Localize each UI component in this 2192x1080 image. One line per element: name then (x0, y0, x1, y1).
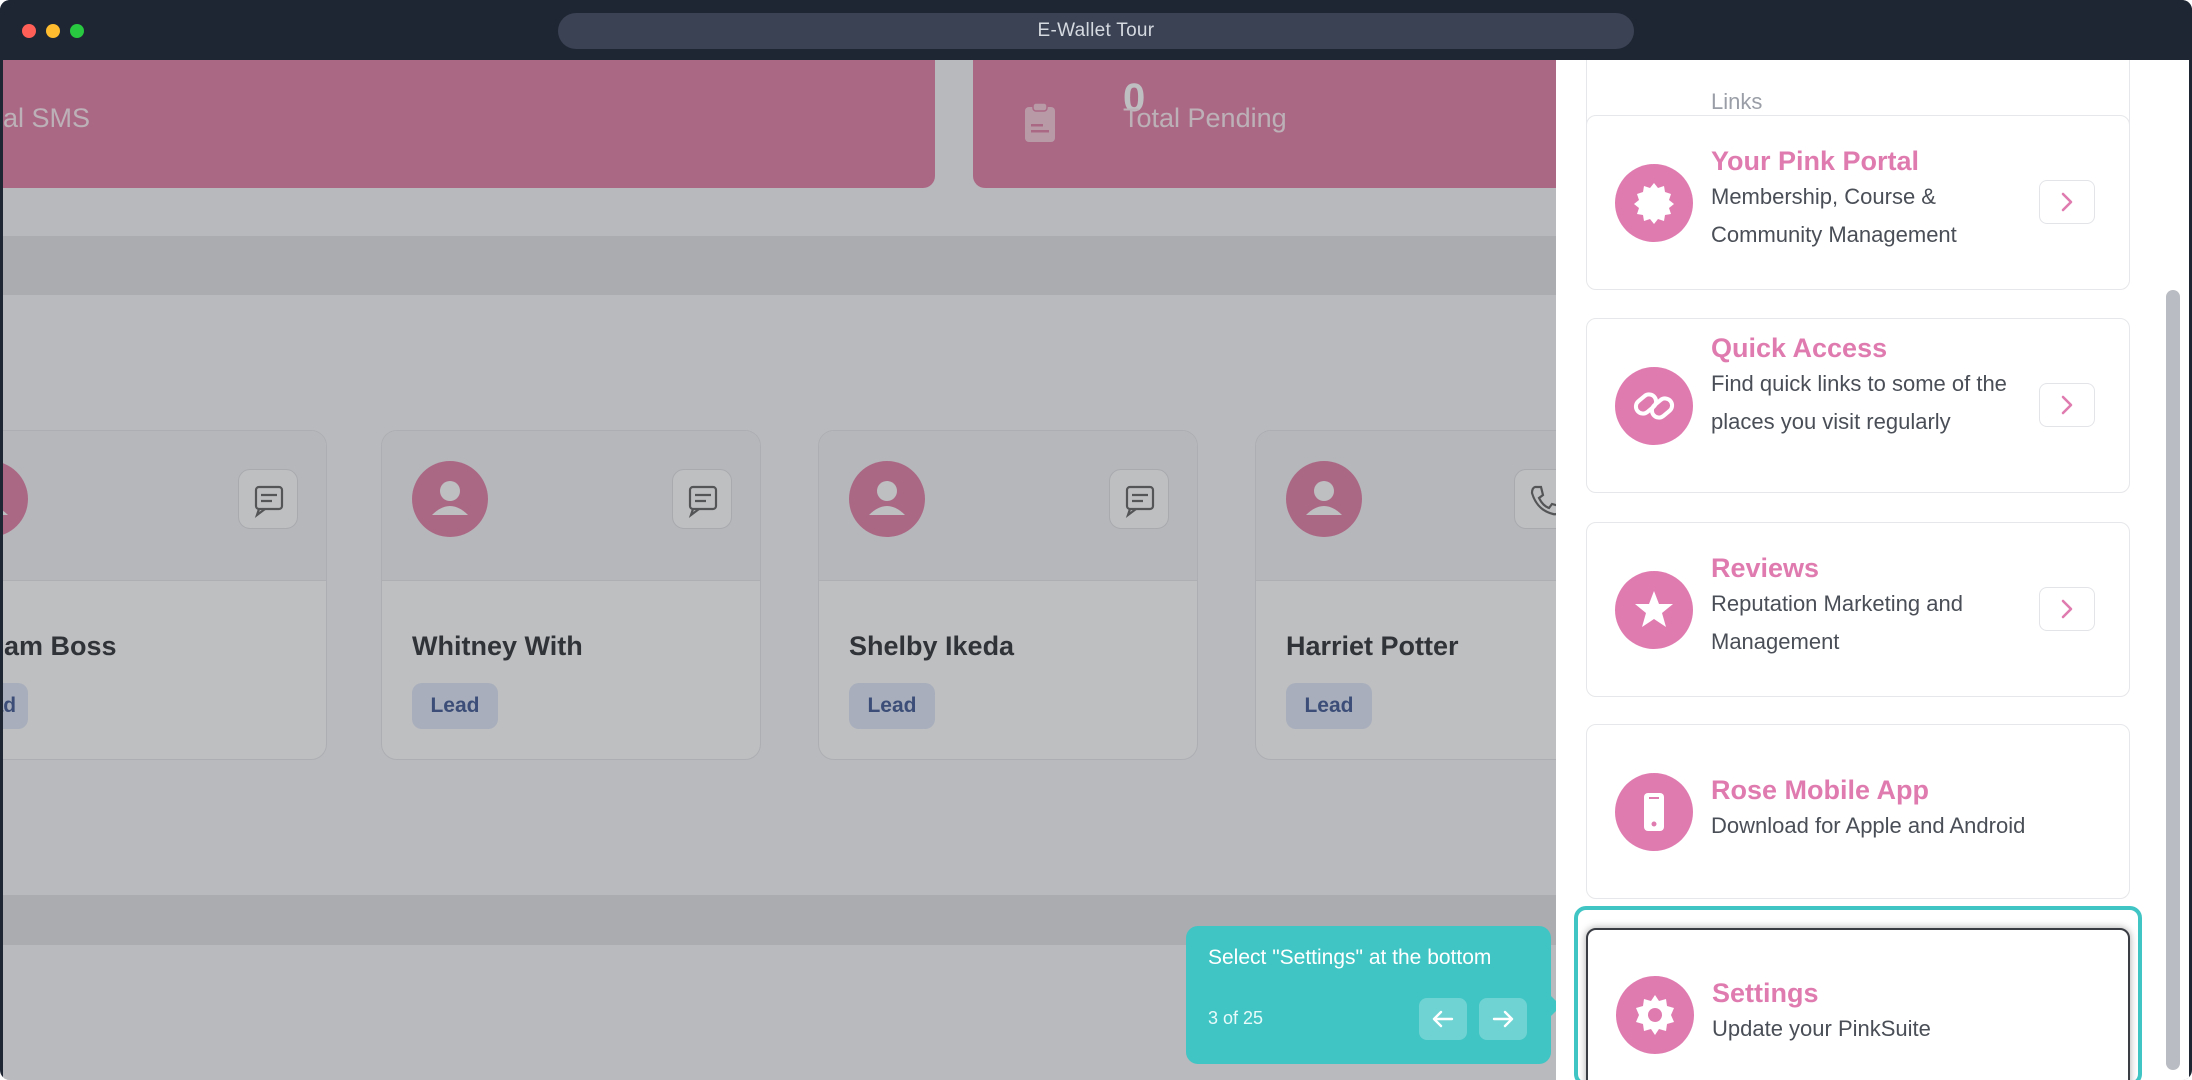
drawer-scrollbar[interactable] (2166, 290, 2180, 1070)
gear-icon (1616, 976, 1694, 1054)
menu-desc: Download for Apple and Android (1711, 813, 2026, 838)
arrow-right-icon (1492, 1010, 1514, 1028)
tour-next-button[interactable] (1479, 998, 1527, 1040)
window-title: E-Wallet Tour (558, 13, 1634, 49)
browser-window: E-Wallet Tour al SMS 0 Total Pending am … (0, 0, 2192, 1080)
menu-desc: Reputation Marketing and Management (1711, 591, 1963, 654)
tour-step-counter: 3 of 25 (1208, 1008, 1264, 1028)
menu-title: Rose Mobile App (1711, 775, 1930, 805)
chevron-right-icon (2061, 599, 2073, 619)
chevron-right-icon (2061, 395, 2073, 415)
title-bar: E-Wallet Tour (0, 0, 2192, 60)
star-icon (1615, 571, 1693, 649)
menu-title: Your Pink Portal (1711, 146, 1920, 176)
chevron-right-button[interactable] (2039, 180, 2095, 224)
menu-title: Reviews (1711, 553, 1820, 583)
chevron-right-button[interactable] (2039, 383, 2095, 427)
menu-title: Quick Access (1711, 333, 1888, 363)
menu-desc: Links (1711, 89, 1763, 111)
menu-desc: Find quick links to some of the places y… (1711, 371, 2007, 434)
menu-desc: Membership, Course & Community Managemen… (1711, 184, 1957, 247)
menu-desc: Update your PinkSuite (1712, 1016, 1931, 1041)
phone-icon (1615, 773, 1693, 851)
maximize-window-button[interactable] (70, 24, 84, 38)
tour-instruction: Select "Settings" at the bottom (1208, 946, 1492, 969)
chevron-right-button[interactable] (2039, 587, 2095, 631)
badge-icon (1615, 164, 1693, 242)
menu-item-settings[interactable]: Settings Update your PinkSuite (1586, 928, 2130, 1080)
link-icon (1615, 367, 1693, 445)
page-viewport: al SMS 0 Total Pending am Boss d Whitney… (3, 60, 2189, 1080)
tour-tooltip: Select "Settings" at the bottom 3 of 25 (1186, 926, 1561, 1064)
arrow-left-icon (1432, 1010, 1454, 1028)
apps-drawer: Links Your Pink Portal Membership, Cours… (1556, 60, 2189, 1080)
tour-prev-button[interactable] (1419, 998, 1467, 1040)
menu-title: Settings (1712, 978, 1819, 1008)
menu-item-reviews[interactable]: Reviews Reputation Marketing and Managem… (1586, 522, 2130, 697)
minimize-window-button[interactable] (46, 24, 60, 38)
menu-item-mobile-app[interactable]: Rose Mobile App Download for Apple and A… (1586, 724, 2130, 899)
menu-item-quick-access[interactable]: Quick Access Find quick links to some of… (1586, 318, 2130, 493)
close-window-button[interactable] (22, 24, 36, 38)
chevron-right-icon (2061, 192, 2073, 212)
menu-item-pink-portal[interactable]: Your Pink Portal Membership, Course & Co… (1586, 115, 2130, 290)
